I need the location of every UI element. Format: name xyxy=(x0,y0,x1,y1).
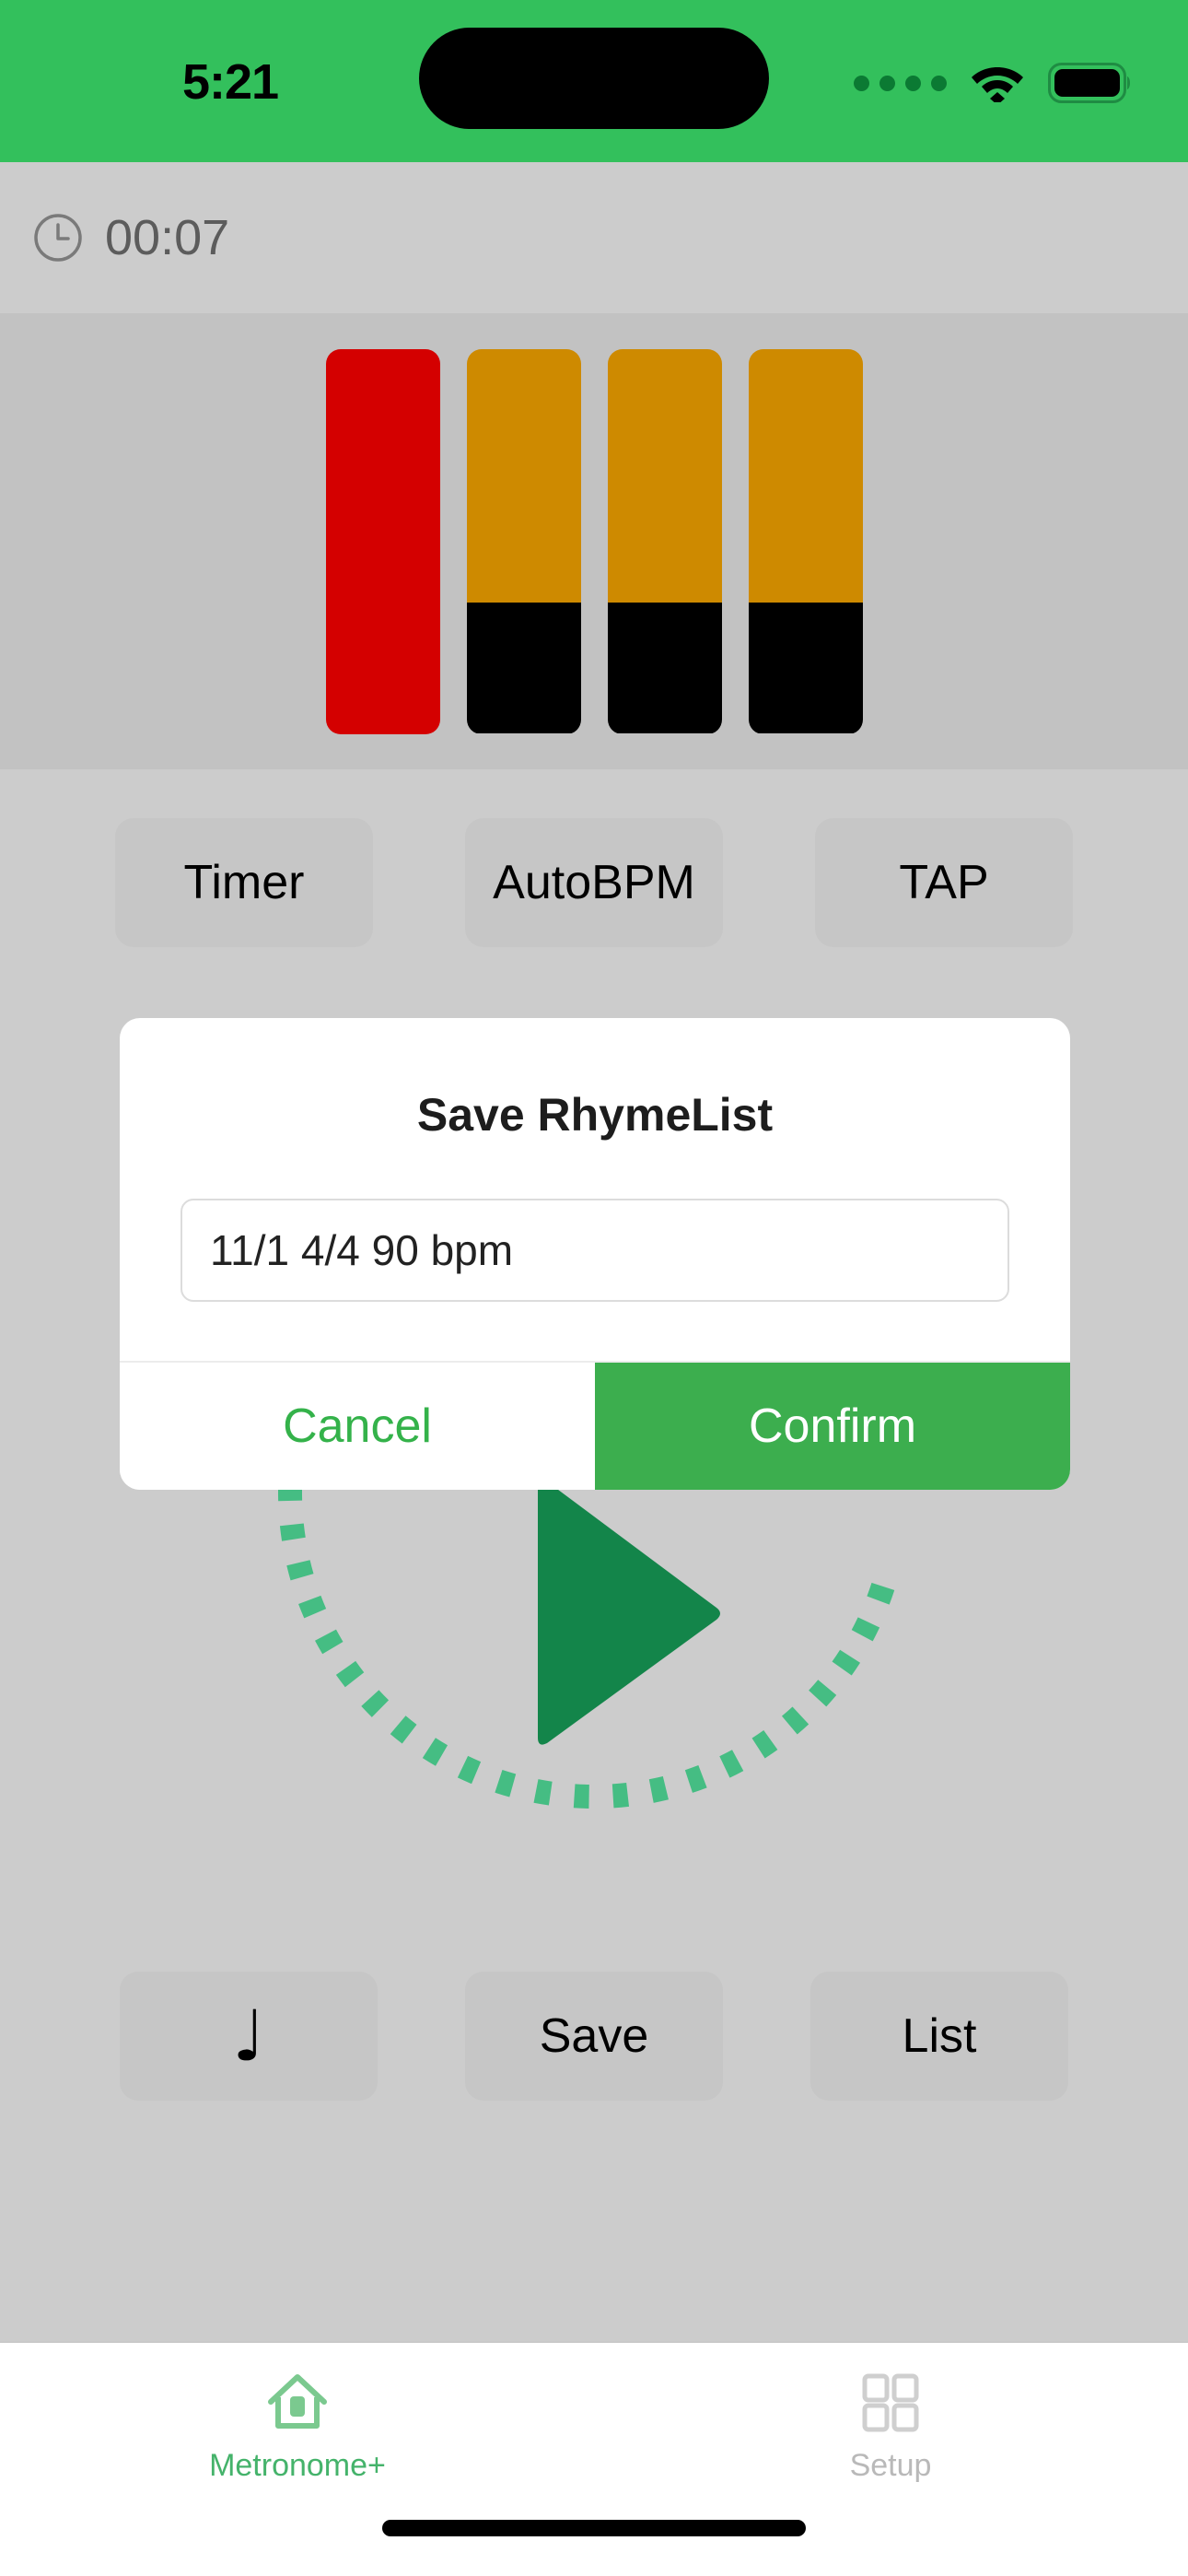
rhymelist-name-input[interactable]: 11/1 4/4 90 bpm xyxy=(181,1199,1009,1302)
tab-metronome[interactable]: Metronome+ xyxy=(159,2369,436,2484)
tab-setup-label: Setup xyxy=(849,2448,932,2483)
app-screen: 5:21 00:07 Timer AutoBPM TAP ♩ Save List… xyxy=(0,0,1188,2576)
status-bar: 5:21 xyxy=(0,0,1188,162)
beat-bar-3[interactable] xyxy=(607,348,722,734)
autobpm-button[interactable]: AutoBPM xyxy=(465,817,723,947)
wifi-icon xyxy=(972,67,1023,102)
top-control-row: Timer AutoBPM TAP xyxy=(0,769,1188,995)
list-button[interactable]: List xyxy=(810,1972,1068,2101)
status-time: 5:21 xyxy=(181,54,279,110)
timer-value: 00:07 xyxy=(105,210,230,265)
battery-full-icon xyxy=(1048,63,1130,103)
tab-bar: Metronome+ Setup xyxy=(0,2341,1188,2576)
home-icon xyxy=(268,2374,327,2429)
tab-metronome-label: Metronome+ xyxy=(209,2448,386,2483)
note-value-button[interactable]: ♩ xyxy=(120,1972,378,2101)
cellular-signal-icon xyxy=(854,75,947,91)
save-button[interactable]: Save xyxy=(465,1972,723,2101)
home-indicator[interactable] xyxy=(382,2520,806,2536)
cancel-button[interactable]: Cancel xyxy=(120,1363,595,1490)
quarter-note-icon: ♩ xyxy=(232,1995,265,2077)
dialog-actions: Cancel Confirm xyxy=(120,1361,1070,1490)
tab-setup[interactable]: Setup xyxy=(752,2369,1029,2484)
status-indicators xyxy=(854,63,1133,103)
bottom-control-row: ♩ Save List xyxy=(0,1926,1188,2147)
confirm-button[interactable]: Confirm xyxy=(595,1363,1070,1490)
play-icon[interactable] xyxy=(534,1474,728,1751)
timer-strip[interactable]: 00:07 xyxy=(0,162,1188,313)
clock-icon xyxy=(34,214,82,262)
tap-button[interactable]: TAP xyxy=(815,817,1073,947)
beat-visualizer[interactable] xyxy=(0,313,1188,769)
save-rhymelist-dialog: Save RhymeList 11/1 4/4 90 bpm Cancel Co… xyxy=(120,1018,1070,1490)
timer-button[interactable]: Timer xyxy=(115,817,373,947)
dynamic-island xyxy=(419,28,769,129)
beat-bar-2[interactable] xyxy=(466,348,581,734)
beat-bar-4[interactable] xyxy=(748,348,863,734)
dialog-title: Save RhymeList xyxy=(416,1089,774,1141)
grid-icon xyxy=(862,2373,919,2432)
beat-bar-1[interactable] xyxy=(325,348,440,734)
